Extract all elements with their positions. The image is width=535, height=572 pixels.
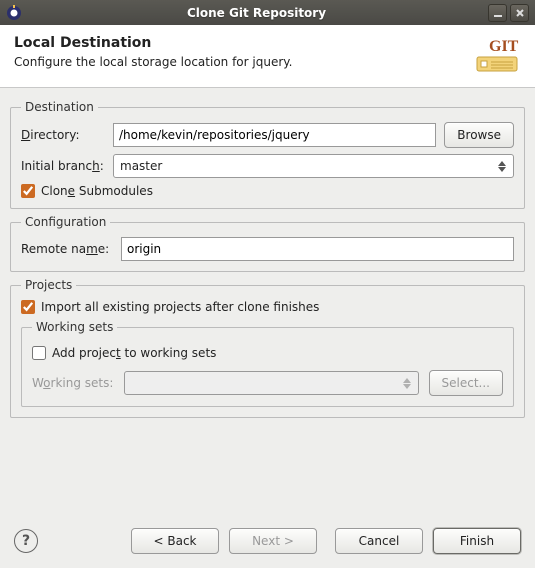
initial-branch-select[interactable]: master (113, 154, 514, 178)
clone-submodules-checkbox[interactable] (21, 184, 35, 198)
git-wizard-icon: GIT (471, 35, 523, 79)
import-projects-label: Import all existing projects after clone… (41, 300, 319, 314)
help-button[interactable]: ? (14, 529, 38, 553)
working-sets-group: Working sets Add project to working sets… (21, 320, 514, 407)
window-title: Clone Git Repository (28, 6, 485, 20)
wizard-header: Local Destination Configure the local st… (0, 25, 535, 88)
initial-branch-label: Initial branch: (21, 159, 113, 173)
configuration-legend: Configuration (21, 215, 110, 229)
select-working-sets-button: Select... (429, 370, 503, 396)
page-subtitle: Configure the local storage location for… (14, 55, 471, 69)
next-button: Next > (229, 528, 317, 554)
svg-text:GIT: GIT (489, 38, 519, 55)
working-sets-label: Working sets: (32, 376, 124, 390)
wizard-body: Destination Directory: Browse Initial br… (0, 88, 535, 568)
remote-name-label: Remote name: (21, 242, 121, 256)
working-sets-select (124, 371, 419, 395)
page-title: Local Destination (14, 35, 471, 51)
clone-submodules-label: Clone Submodules (41, 184, 153, 198)
browse-button[interactable]: Browse (444, 122, 514, 148)
remote-name-input[interactable] (121, 237, 514, 261)
destination-group: Destination Directory: Browse Initial br… (10, 100, 525, 209)
app-icon (6, 5, 22, 21)
wizard-footer: ? < Back Next > Cancel Finish (0, 518, 535, 568)
directory-input[interactable] (113, 123, 436, 147)
back-button[interactable]: < Back (131, 528, 219, 554)
finish-button[interactable]: Finish (433, 528, 521, 554)
projects-group: Projects Import all existing projects af… (10, 278, 525, 418)
minimize-button[interactable] (488, 4, 507, 22)
spinner-icon (495, 161, 509, 172)
configuration-group: Configuration Remote name: (10, 215, 525, 272)
import-projects-checkbox[interactable] (21, 300, 35, 314)
cancel-button[interactable]: Cancel (335, 528, 423, 554)
destination-legend: Destination (21, 100, 98, 114)
add-to-working-sets-checkbox[interactable] (32, 346, 46, 360)
working-sets-legend: Working sets (32, 320, 117, 334)
directory-label: Directory: (21, 128, 113, 142)
spinner-icon (400, 378, 414, 389)
add-to-working-sets-label: Add project to working sets (52, 346, 216, 360)
initial-branch-value: master (120, 159, 495, 173)
close-button[interactable] (510, 4, 529, 22)
projects-legend: Projects (21, 278, 76, 292)
window-titlebar: Clone Git Repository (0, 0, 535, 25)
